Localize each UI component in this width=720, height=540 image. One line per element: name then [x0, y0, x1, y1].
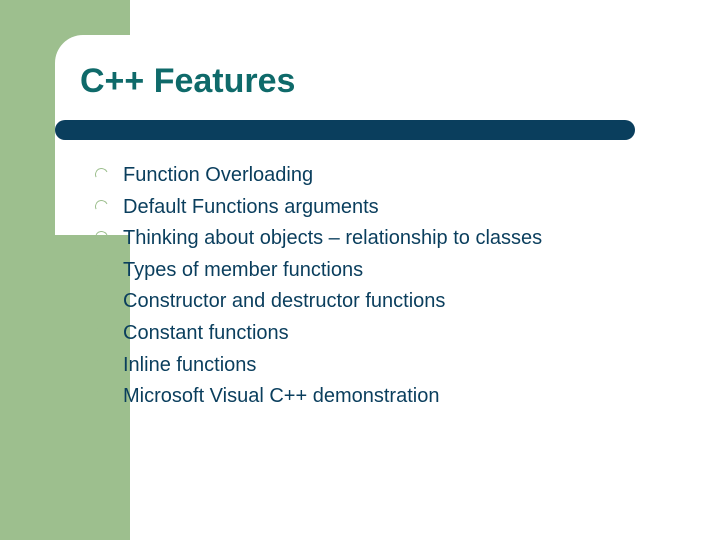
list-item: Inline functions	[95, 350, 542, 382]
list-item: Function Overloading	[95, 160, 542, 192]
slide-title: C++ Features	[80, 62, 295, 101]
bullet-list: Function Overloading Default Functions a…	[95, 160, 542, 413]
list-item: Microsoft Visual C++ demonstration	[95, 381, 542, 413]
list-item: Default Functions arguments	[95, 192, 542, 224]
list-item: Constructor and destructor functions	[95, 286, 542, 318]
list-item: Constant functions	[95, 318, 542, 350]
list-item: Thinking about objects – relationship to…	[95, 223, 542, 255]
title-underline-bar	[55, 120, 635, 140]
list-item: Types of member functions	[95, 255, 542, 287]
